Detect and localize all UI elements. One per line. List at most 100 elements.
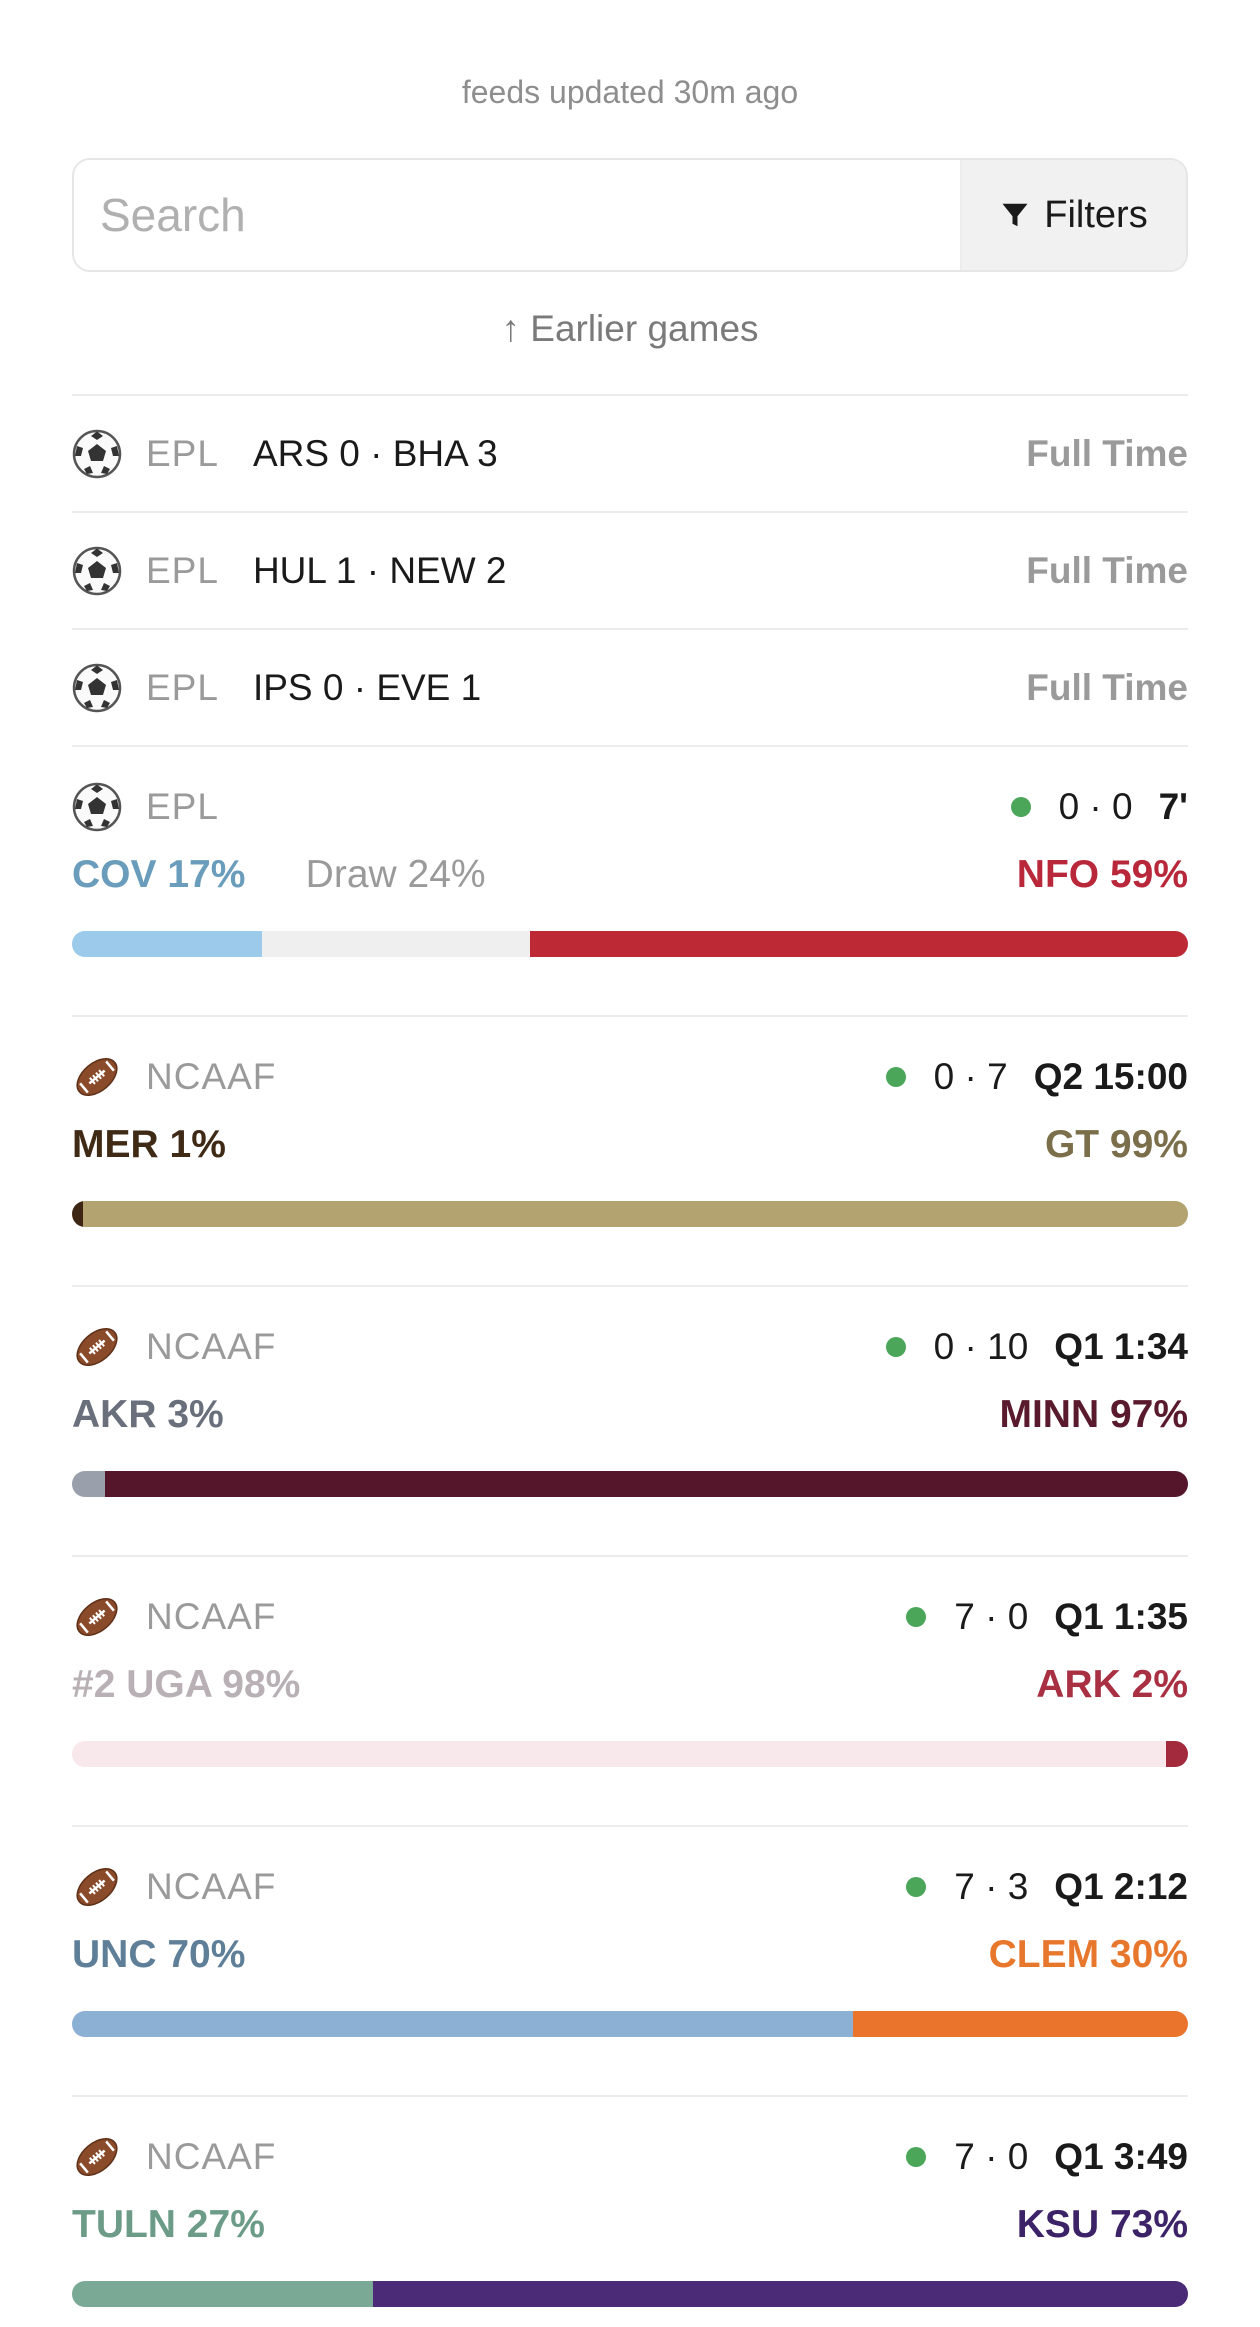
live-game-header: NCAAF 7 · 0 Q1 1:35 bbox=[72, 1587, 1188, 1647]
soccer-ball-icon bbox=[72, 782, 122, 832]
live-game-card[interactable]: NCAAF 7 · 0 Q1 1:35 #2 UGA 98% ARK 2% bbox=[72, 1557, 1188, 1827]
earlier-games-link[interactable]: ↑ Earlier games bbox=[0, 308, 1260, 350]
home-probability: MER 1% bbox=[72, 1123, 226, 1166]
draw-probability: Draw 24% bbox=[305, 853, 486, 896]
search-bar: Filters bbox=[72, 158, 1188, 272]
live-game-card[interactable]: NCAAF 7 · 3 Q1 2:12 UNC 70% CLEM 30% bbox=[72, 1827, 1188, 2097]
game-clock: Q1 1:34 bbox=[1054, 1326, 1188, 1367]
football-icon bbox=[76, 1057, 118, 1097]
live-game-card[interactable]: EPL 0 · 0 7' COV 17% Draw 24% NFO 59% bbox=[72, 747, 1188, 1017]
away-probability-segment bbox=[373, 2281, 1188, 2307]
live-indicator-dot bbox=[1010, 797, 1031, 817]
away-probability: CLEM 30% bbox=[988, 1933, 1188, 1976]
win-probability-bar bbox=[72, 1201, 1188, 1227]
live-game-header: NCAAF 7 · 3 Q1 2:12 bbox=[72, 1857, 1188, 1917]
live-game-header: NCAAF 0 · 7 Q2 15:00 bbox=[72, 1047, 1188, 1107]
home-probability-segment bbox=[72, 1471, 106, 1497]
league-label: EPL bbox=[146, 433, 219, 474]
league-label: NCAAF bbox=[146, 1866, 277, 1907]
win-probabilities: MER 1% GT 99% bbox=[72, 1123, 1188, 1173]
away-probability-segment bbox=[1165, 1741, 1188, 1767]
live-indicator-dot bbox=[885, 1067, 906, 1087]
league-label: EPL bbox=[146, 786, 219, 827]
scores-page: feeds updated 30m ago Filters ↑ Earlier … bbox=[0, 0, 1260, 2327]
live-score: 0 · 7 bbox=[933, 1056, 1008, 1097]
game-score: ARS 0 · BHA 3 bbox=[252, 433, 498, 474]
live-score-group: 7 · 0 Q1 1:35 bbox=[906, 1596, 1188, 1638]
win-probabilities: COV 17% Draw 24% NFO 59% bbox=[72, 853, 1188, 903]
live-game-header: NCAAF 7 · 0 Q1 3:49 bbox=[72, 2127, 1188, 2187]
away-probability: KSU 73% bbox=[1016, 2203, 1188, 2246]
live-score: 0 · 10 bbox=[933, 1326, 1029, 1367]
away-probability-segment bbox=[83, 1201, 1188, 1227]
filters-button[interactable]: Filters bbox=[960, 160, 1186, 270]
football-icon bbox=[76, 1327, 118, 1367]
finished-game-row[interactable]: EPL IPS 0 · EVE 1 Full Time bbox=[72, 630, 1188, 746]
soccer-ball-icon bbox=[72, 429, 122, 479]
game-status: Full Time bbox=[1026, 433, 1188, 474]
home-probability: #2 UGA 98% bbox=[72, 1663, 301, 1706]
finished-game-row[interactable]: EPL HUL 1 · NEW 2 Full Time bbox=[72, 513, 1188, 629]
game-score: HUL 1 · NEW 2 bbox=[252, 550, 507, 591]
feeds-updated-text: feeds updated 30m ago bbox=[461, 74, 799, 110]
win-probability-bar bbox=[72, 1471, 1188, 1497]
game-clock: Q1 1:35 bbox=[1054, 1596, 1188, 1637]
live-score-group: 7 · 3 Q1 2:12 bbox=[906, 1866, 1188, 1908]
win-probabilities: #2 UGA 98% ARK 2% bbox=[72, 1663, 1188, 1713]
soccer-ball-icon bbox=[72, 546, 122, 596]
away-probability-segment bbox=[529, 931, 1188, 957]
home-probability: COV 17% bbox=[72, 853, 246, 896]
game-clock: Q2 15:00 bbox=[1033, 1056, 1188, 1097]
home-probability-segment bbox=[72, 1201, 84, 1227]
live-indicator-dot bbox=[906, 1877, 927, 1897]
search-input[interactable] bbox=[74, 160, 960, 270]
league-label: EPL bbox=[146, 550, 219, 591]
live-score-group: 0 · 0 7' bbox=[1010, 786, 1188, 828]
game-score: IPS 0 · EVE 1 bbox=[252, 667, 482, 708]
home-probability-segment bbox=[72, 1741, 1166, 1767]
live-score-group: 7 · 0 Q1 3:49 bbox=[906, 2136, 1188, 2178]
draw-probability-segment bbox=[261, 931, 530, 957]
game-status: Full Time bbox=[1026, 550, 1188, 591]
football-icon bbox=[76, 1597, 118, 1637]
win-probability-bar bbox=[72, 1741, 1188, 1767]
game-clock: 7' bbox=[1158, 786, 1188, 827]
away-probability-segment bbox=[853, 2011, 1188, 2037]
win-probability-bar bbox=[72, 2011, 1188, 2037]
league-label: NCAAF bbox=[146, 2136, 277, 2177]
home-probability-segment bbox=[72, 2011, 854, 2037]
live-game-header: NCAAF 0 · 10 Q1 1:34 bbox=[72, 1317, 1188, 1377]
live-indicator-dot bbox=[906, 2147, 927, 2167]
home-probability: AKR 3% bbox=[72, 1393, 224, 1436]
live-game-header: EPL 0 · 0 7' bbox=[72, 777, 1188, 837]
football-icon bbox=[76, 1867, 118, 1907]
filters-label: Filters bbox=[1044, 193, 1148, 236]
live-game-card[interactable]: NCAAF 7 · 0 Q1 3:49 TULN 27% KSU 73% bbox=[72, 2097, 1188, 2327]
live-score-group: 0 · 10 Q1 1:34 bbox=[885, 1326, 1188, 1368]
win-probabilities: AKR 3% MINN 97% bbox=[72, 1393, 1188, 1443]
live-game-card[interactable]: NCAAF 0 · 7 Q2 15:00 MER 1% GT 99% bbox=[72, 1017, 1188, 1287]
game-status: Full Time bbox=[1026, 667, 1188, 708]
win-probability-bar bbox=[72, 2281, 1188, 2307]
finished-game-row[interactable]: EPL ARS 0 · BHA 3 Full Time bbox=[72, 396, 1188, 512]
game-clock: Q1 2:12 bbox=[1054, 1866, 1188, 1907]
away-probability-segment bbox=[105, 1471, 1188, 1497]
filter-funnel-icon bbox=[1002, 203, 1028, 227]
home-probability-segment bbox=[72, 931, 262, 957]
win-probability-bar bbox=[72, 931, 1188, 957]
live-score-group: 0 · 7 Q2 15:00 bbox=[885, 1056, 1188, 1098]
away-probability: NFO 59% bbox=[1016, 853, 1188, 896]
live-score: 7 · 0 bbox=[954, 1596, 1029, 1637]
win-probabilities: UNC 70% CLEM 30% bbox=[72, 1933, 1188, 1983]
live-score: 7 · 0 bbox=[954, 2136, 1029, 2177]
league-label: EPL bbox=[146, 667, 219, 708]
soccer-ball-icon bbox=[72, 663, 122, 713]
league-label: NCAAF bbox=[146, 1326, 277, 1367]
game-clock: Q1 3:49 bbox=[1054, 2136, 1188, 2177]
away-probability: MINN 97% bbox=[999, 1393, 1188, 1436]
live-game-card[interactable]: NCAAF 0 · 10 Q1 1:34 AKR 3% MINN 97% bbox=[72, 1287, 1188, 1557]
live-indicator-dot bbox=[885, 1337, 906, 1357]
home-probability: TULN 27% bbox=[72, 2203, 265, 2246]
league-label: NCAAF bbox=[146, 1596, 277, 1637]
live-score: 7 · 3 bbox=[954, 1866, 1029, 1907]
